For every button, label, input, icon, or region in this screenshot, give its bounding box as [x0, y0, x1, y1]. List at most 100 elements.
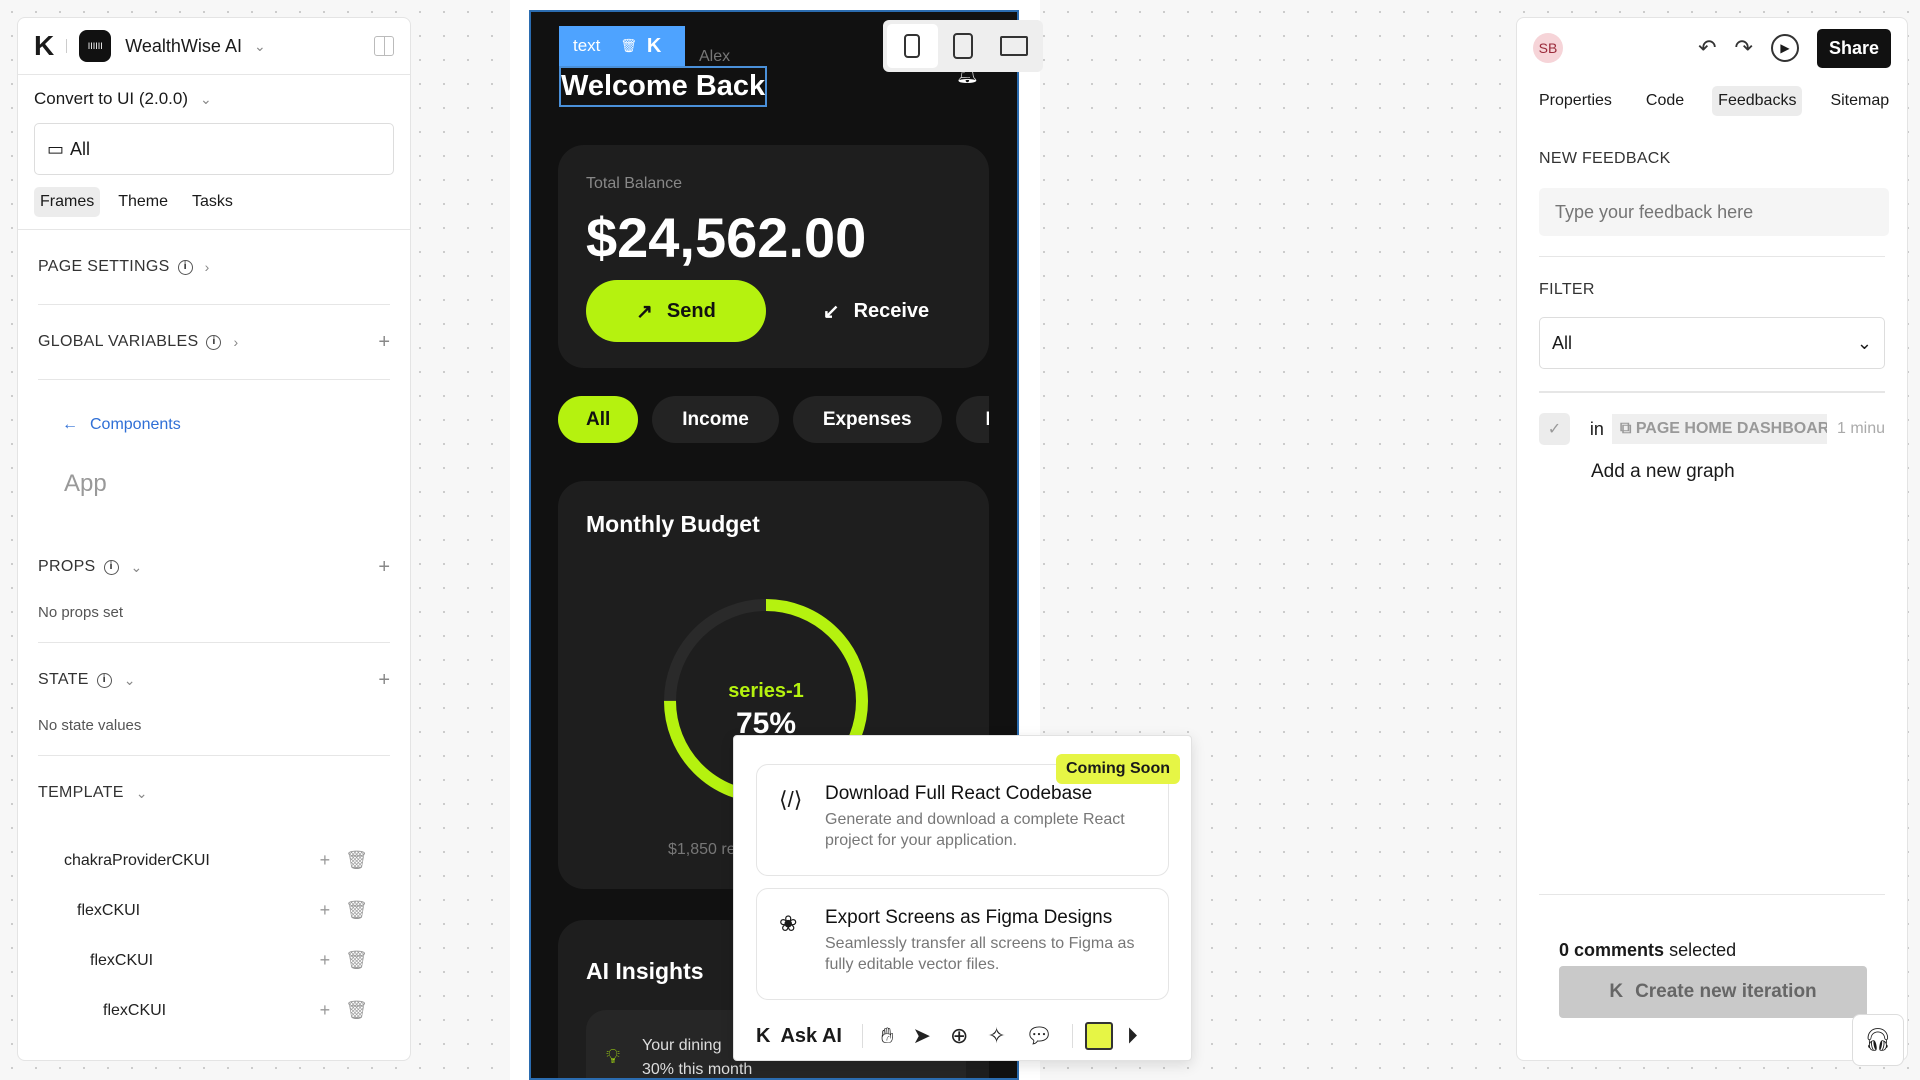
k-logo-icon: K [756, 1024, 771, 1047]
tree-item[interactable]: chakraProviderCKUI + 🗑︎ [38, 830, 368, 880]
redo-icon[interactable]: ↷ [1735, 35, 1753, 61]
tree-actions[interactable]: + 🗑︎ [320, 1000, 368, 1021]
tab-code[interactable]: Code [1640, 86, 1690, 116]
add-state-icon[interactable]: + [378, 669, 390, 692]
support-button[interactable]: 🎧︎ [1852, 1014, 1904, 1066]
chevron-right-icon[interactable]: › [233, 334, 238, 350]
no-state-text: No state values [38, 717, 142, 734]
remaining-text: $1,850 re [668, 841, 736, 858]
state-heading[interactable]: STATE [38, 671, 89, 689]
tab-properties[interactable]: Properties [1533, 86, 1618, 116]
add-circle-icon[interactable]: ⊕ [950, 1023, 968, 1049]
budget-title: Monthly Budget [586, 511, 760, 537]
hand-icon[interactable]: ✋︎ [881, 1023, 894, 1049]
global-variables-heading[interactable]: GLOBAL VARIABLES [38, 333, 198, 351]
preview-play-icon[interactable]: ▶ [1770, 34, 1799, 62]
logo-icon[interactable]: K [34, 30, 54, 62]
comment-icon[interactable]: 💬︎ [1025, 1023, 1053, 1049]
props-heading[interactable]: PROPS [38, 558, 96, 576]
create-iteration-button[interactable]: K Create new iteration [1559, 966, 1867, 1018]
tab-tasks[interactable]: Tasks [186, 187, 239, 217]
add-prop-icon[interactable]: + [378, 556, 390, 579]
mobile-view-button[interactable] [887, 24, 938, 68]
avatar[interactable]: SB [1533, 33, 1563, 63]
component-name: App [64, 470, 107, 497]
chevron-right-icon[interactable]: › [205, 259, 210, 275]
info-icon: i [177, 259, 193, 275]
info-icon: i [96, 672, 112, 688]
welcome-title[interactable]: Welcome Back [559, 66, 768, 107]
project-icon: IIIIII [79, 30, 112, 62]
add-variable-icon[interactable]: + [378, 331, 390, 354]
chevron-down-icon[interactable]: ⌄ [131, 559, 143, 576]
bottom-toolbar: K Ask AI ✋︎ ➤ ⊕ ✧ 💬︎ ⏵ [756, 1016, 1157, 1056]
send-button[interactable]: ↗ Send [586, 280, 766, 342]
lightbulb-icon: 💡︎ [606, 1046, 620, 1068]
chevron-down-icon: ⌄ [1856, 332, 1872, 353]
project-name[interactable]: WealthWise AI [125, 36, 242, 57]
components-back-link[interactable]: ← Components [38, 380, 390, 470]
export-popup: ⟨/⟩ Download Full React Codebase Generat… [733, 735, 1192, 1061]
chevron-down-icon[interactable]: ⌄ [254, 38, 266, 55]
filter-chips: All Income Expenses Inv [558, 396, 989, 443]
info-icon: i [206, 334, 222, 350]
ask-ai-button[interactable]: Ask AI [780, 1025, 842, 1048]
left-panel: K IIIIII WealthWise AI ⌄ Convert to UI (… [17, 17, 411, 1061]
trash-icon[interactable]: 🗑︎ [620, 38, 637, 54]
tablet-icon [953, 33, 973, 59]
layout-icon[interactable] [1084, 1022, 1113, 1050]
tab-feedbacks[interactable]: Feedbacks [1712, 86, 1803, 116]
chip-investments[interactable]: Inv [955, 396, 989, 443]
page-settings-heading[interactable]: PAGE SETTINGS [38, 258, 170, 276]
devices-icon: ▭ [47, 138, 65, 159]
tab-frames[interactable]: Frames [34, 187, 101, 217]
version-select[interactable]: Convert to UI (2.0.0) [34, 89, 188, 109]
device-filter[interactable]: ▭ All [34, 123, 394, 175]
comments-summary: 0 comments selected [1559, 940, 1737, 960]
tab-theme[interactable]: Theme [112, 187, 174, 217]
tree-actions[interactable]: + 🗑︎ [320, 900, 368, 921]
k-logo-icon[interactable]: K [647, 35, 661, 58]
share-button[interactable]: Share [1816, 28, 1891, 68]
checkbox[interactable]: ✓ [1539, 413, 1570, 445]
chip-all[interactable]: All [558, 396, 639, 443]
page-link[interactable]: ⧉ PAGE HOME DASHBOARD [1611, 414, 1827, 444]
no-props-text: No props set [38, 604, 124, 621]
undo-icon[interactable]: ↶ [1698, 35, 1716, 61]
balance-card: Total Balance $24,562.00 ↗ Send ↙ Receive [558, 145, 989, 368]
receive-button[interactable]: ↙ Receive [806, 280, 946, 342]
play-icon[interactable]: ⏵ [1127, 1023, 1138, 1049]
chip-expenses[interactable]: Expenses [792, 396, 942, 443]
tree-actions[interactable]: + 🗑︎ [320, 950, 368, 971]
chevron-down-icon[interactable]: ⌄ [136, 785, 148, 802]
panel-toggle-icon[interactable] [374, 36, 394, 56]
filter-select[interactable]: All ⌄ [1539, 317, 1885, 369]
feedback-input[interactable] [1539, 188, 1889, 236]
chevron-down-icon[interactable]: ⌄ [200, 91, 212, 108]
coming-soon-badge: Coming Soon [1056, 754, 1180, 784]
tab-sitemap[interactable]: Sitemap [1824, 86, 1895, 116]
tablet-view-button[interactable] [938, 24, 989, 68]
tree-item[interactable]: flexCKUI + 🗑︎ [38, 980, 368, 1030]
k-logo-icon: K [1609, 981, 1624, 1002]
filter-heading: FILTER [1539, 281, 1595, 298]
right-panel: SB ↶ ↷ ▶ Share Properties Code Feedbacks… [1516, 17, 1908, 1061]
arrow-up-right-icon: ↗ [636, 300, 653, 323]
feedback-text: Add a new graph [1591, 461, 1735, 482]
feedback-item[interactable]: ✓ in ⧉ PAGE HOME DASHBOARD 1 minu [1539, 413, 1885, 445]
export-figma-option[interactable]: ❀ Export Screens as Figma Designs Seamle… [756, 888, 1169, 1000]
balance-amount: $24,562.00 [586, 206, 867, 269]
sparkle-icon[interactable]: ✧ [987, 1023, 1005, 1049]
figma-icon: ❀ [779, 911, 798, 936]
tree-item[interactable]: flexCKUI + 🗑︎ [38, 930, 368, 980]
desktop-view-button[interactable] [988, 24, 1039, 68]
series-label: series-1 [728, 680, 804, 702]
template-heading[interactable]: TEMPLATE [38, 784, 124, 802]
chip-income[interactable]: Income [652, 396, 779, 443]
tree-actions[interactable]: + 🗑︎ [320, 850, 368, 871]
cursor-icon[interactable]: ➤ [913, 1023, 931, 1049]
arrow-down-left-icon: ↙ [822, 300, 840, 323]
arrow-left-icon: ← [62, 416, 78, 433]
tree-item[interactable]: flexCKUI + 🗑︎ [38, 880, 368, 930]
chevron-down-icon[interactable]: ⌄ [124, 672, 136, 689]
